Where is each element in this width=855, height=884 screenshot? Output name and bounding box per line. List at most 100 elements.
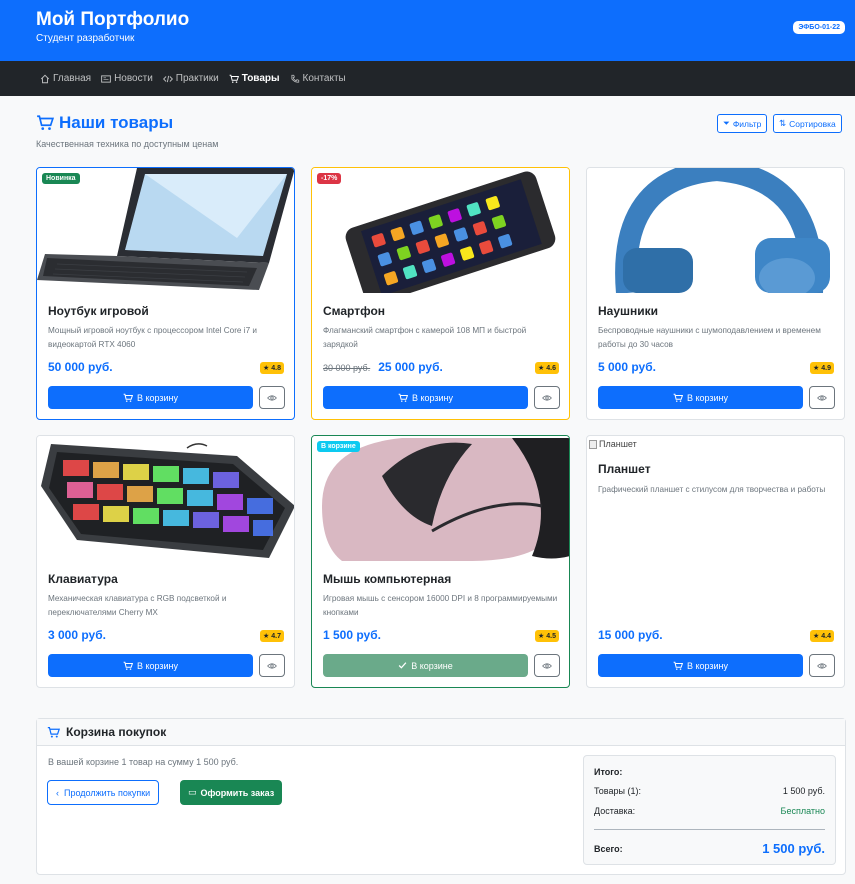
page-title-text: Наши товары — [59, 113, 174, 132]
product-price-row: 15 000 руб. — [598, 628, 663, 642]
cart-button-label: В корзину — [136, 392, 179, 403]
view-details-button[interactable] — [809, 654, 835, 677]
star-icon: ★ — [538, 633, 545, 640]
nav-products[interactable]: Товары — [229, 73, 280, 84]
product-description: Графический планшет с стилусом для творч… — [598, 485, 826, 494]
product-price: 3 000 руб. — [48, 628, 106, 642]
product-price-row: 30 000 руб. 25 000 руб. — [323, 360, 443, 374]
continue-shopping-button[interactable]: ‹ Продолжить покупки — [47, 780, 160, 805]
summary-delivery-label: Доставка: — [594, 806, 636, 816]
product-description: Беспроводные наушники с шумоподавлением … — [598, 326, 821, 349]
rating-value: 4.5 — [546, 633, 556, 640]
nav-home[interactable]: Главная — [40, 73, 91, 84]
product-rating: ★ 4.6 — [535, 362, 559, 374]
cart-icon — [123, 393, 133, 402]
product-image — [312, 436, 569, 561]
view-details-button[interactable] — [809, 386, 835, 409]
cart-panel-header: Корзина покупок — [37, 719, 845, 746]
filter-icon: ⏷ — [723, 118, 730, 128]
view-details-button[interactable] — [534, 654, 560, 677]
rating-value: 4.8 — [271, 365, 281, 372]
keyboard-image — [37, 436, 294, 561]
add-to-cart-button[interactable]: В корзине — [323, 654, 528, 677]
product-rating: ★ 4.7 — [260, 630, 284, 642]
product-price-row: 5 000 руб. — [598, 360, 656, 374]
cart-panel: Корзина покупок В вашей корзине 1 товар … — [36, 718, 846, 875]
product-description: Механическая клавиатура с RGB подсветкой… — [48, 594, 227, 617]
checkout-button[interactable]: ▭ Оформить заказ — [180, 780, 283, 805]
product-tag: -17% — [317, 173, 342, 184]
product-title: Смартфон — [323, 304, 386, 318]
add-to-cart-button[interactable]: В корзину — [598, 654, 803, 677]
add-to-cart-button[interactable]: В корзину — [48, 654, 253, 677]
main-nav: Главная Новости Практики Товары Контакты — [0, 61, 855, 96]
smartphone-image — [312, 168, 569, 293]
check-icon — [398, 662, 407, 669]
rating-value: 4.6 — [546, 365, 556, 372]
order-summary: Итого: Товары (1): 1 500 руб. Доставка: Бе… — [583, 755, 836, 865]
rating-value: 4.4 — [821, 633, 831, 640]
eye-icon — [542, 662, 552, 669]
cart-icon — [37, 115, 54, 130]
product-card: Наушники Беспроводные наушники с шумопод… — [586, 167, 845, 420]
site-header: Мой Портфолио Студент разработчик ЭФБО-0… — [0, 0, 855, 61]
site-title: Мой Портфолио — [36, 9, 190, 30]
laptop-image — [37, 168, 294, 293]
summary-items-label: Товары (1): — [594, 786, 641, 796]
credit-card-icon: ▭ — [188, 787, 197, 797]
house-icon — [40, 74, 50, 83]
cart-info: В вашей корзине 1 товар на сумму 1 500 р… — [48, 757, 239, 767]
product-price-row: 1 500 руб. — [323, 628, 381, 642]
nav-news[interactable]: Новости — [101, 73, 153, 84]
star-icon: ★ — [263, 365, 270, 372]
product-description: Флагманский смартфон с камерой 108 МП и … — [323, 326, 527, 349]
nav-label: Практики — [175, 73, 219, 84]
view-details-button[interactable] — [259, 654, 285, 677]
nav-label: Товары — [241, 73, 280, 84]
cart-button-label: В корзине — [411, 660, 453, 671]
summary-total-row: Всего: 1 500 руб. — [594, 841, 825, 856]
view-details-button[interactable] — [259, 386, 285, 409]
product-card: В корзине Мышь компьютерная Игровая мышь… — [311, 435, 570, 688]
product-title: Клавиатура — [48, 572, 118, 586]
view-details-button[interactable] — [534, 386, 560, 409]
filter-button[interactable]: ⏷ Фильтр — [717, 114, 768, 133]
sort-button[interactable]: ⇅ Сортировка — [773, 114, 842, 133]
cart-icon — [398, 393, 408, 402]
mouse-image — [312, 436, 569, 561]
broken-image-icon — [589, 439, 597, 449]
add-to-cart-button[interactable]: В корзину — [323, 386, 528, 409]
product-card: Клавиатура Механическая клавиатура с RGB… — [36, 435, 295, 688]
product-price: 25 000 руб. — [378, 360, 443, 374]
phone-icon — [291, 74, 299, 83]
eye-icon — [267, 662, 277, 669]
nav-practice[interactable]: Практики — [162, 73, 219, 84]
product-card: Планшет Планшет Графический планшет с ст… — [586, 435, 845, 688]
product-card: Новинка Ноутбук игровой Мощный игровой н… — [36, 167, 295, 420]
headphones-image — [587, 168, 844, 293]
eye-icon — [817, 394, 827, 401]
product-image — [312, 168, 569, 293]
product-image — [37, 436, 294, 561]
nav-label: Контакты — [302, 73, 346, 84]
cart-icon — [673, 393, 683, 402]
cart-title: Корзина покупок — [66, 725, 167, 739]
page-title: Наши товары — [36, 113, 173, 133]
product-price-row: 50 000 руб. — [48, 360, 113, 374]
nav-contacts[interactable]: Контакты — [290, 73, 346, 84]
add-to-cart-button[interactable]: В корзину — [48, 386, 253, 409]
newspaper-icon — [101, 74, 111, 83]
page-subtitle: Качественная техника по доступным ценам — [36, 139, 219, 149]
sort-icon: ⇅ — [779, 118, 787, 128]
cart-button-label: В корзину — [686, 392, 729, 403]
add-to-cart-button[interactable]: В корзину — [598, 386, 803, 409]
product-price: 1 500 руб. — [323, 628, 381, 642]
product-rating: ★ 4.5 — [535, 630, 559, 642]
sort-label: Сортировка — [789, 118, 836, 129]
product-rating: ★ 4.9 — [810, 362, 834, 374]
continue-label: Продолжить покупки — [64, 787, 151, 798]
product-rating: ★ 4.8 — [260, 362, 284, 374]
chevron-left-icon: ‹ — [56, 787, 59, 798]
code-icon — [162, 75, 173, 82]
summary-delivery-value: Бесплатно — [780, 806, 825, 816]
